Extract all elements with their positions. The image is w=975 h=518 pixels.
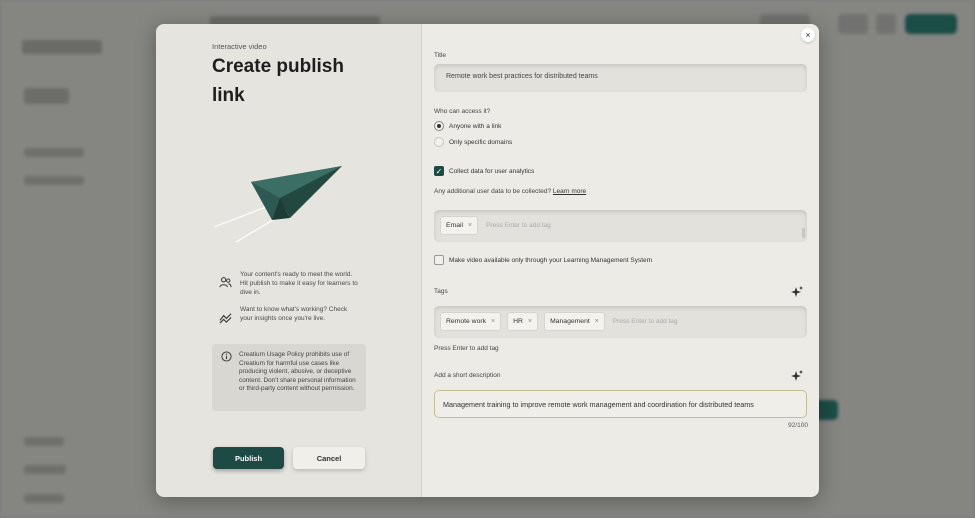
close-button[interactable]: × <box>801 28 815 42</box>
background-nav-item <box>24 494 64 503</box>
radio-specific-domains[interactable]: Only specific domains <box>434 137 512 147</box>
background-nav-item <box>24 465 66 474</box>
radio-indicator <box>434 121 444 131</box>
tag-label: Management <box>550 318 590 325</box>
info-text: Your content's ready to meet the world. … <box>240 271 358 296</box>
modal-heading: Create publish link <box>212 56 344 106</box>
background-button <box>876 14 896 34</box>
scrollbar[interactable] <box>802 228 805 238</box>
background-logo <box>22 40 102 54</box>
tag-chip: HR × <box>507 312 539 331</box>
tag-chip: Management × <box>544 312 605 331</box>
remove-tag-icon[interactable]: × <box>595 318 599 325</box>
modal-left-panel: Interactive video Create publish link Yo… <box>156 24 422 497</box>
remove-tag-icon[interactable]: × <box>468 222 472 229</box>
tags-input[interactable]: Remote work × HR × Management × Press En… <box>434 306 807 338</box>
radio-label: Only specific domains <box>449 138 513 146</box>
background-primary-button <box>905 14 957 34</box>
tag-input-placeholder[interactable]: Press Enter to add tag <box>613 318 678 325</box>
background-nav-item <box>24 148 84 157</box>
cancel-button[interactable]: Cancel <box>293 447 365 469</box>
tags-label: Tags <box>434 288 448 295</box>
character-counter: 92/100 <box>788 422 808 429</box>
additional-data-label: Any additional user data to be collected… <box>434 188 586 195</box>
remove-tag-icon[interactable]: × <box>491 318 495 325</box>
ai-sparkle-icon[interactable] <box>791 370 803 382</box>
remove-tag-icon[interactable]: × <box>528 318 532 325</box>
publish-button[interactable]: Publish <box>213 447 284 469</box>
usage-policy-notice: Creatium Usage Policy prohibits use of C… <box>212 344 366 411</box>
info-item: Your content's ready to meet the world. … <box>219 270 360 297</box>
tag-chip: Remote work × <box>440 312 502 331</box>
additional-data-text: Any additional user data to be collected… <box>434 188 552 195</box>
policy-text: Creatium Usage Policy prohibits use of C… <box>239 351 356 393</box>
description-input[interactable]: Management training to improve remote wo… <box>434 390 807 418</box>
modal-eyebrow: Interactive video <box>212 42 267 51</box>
collect-analytics-checkbox[interactable]: ✓ Collect data for user analytics <box>434 166 534 176</box>
title-input-value: Remote work best practices for distribut… <box>446 73 598 80</box>
radio-indicator <box>434 137 444 147</box>
tags-hint: Press Enter to add tag <box>434 345 499 352</box>
checkbox-label: Collect data for user analytics <box>449 167 535 175</box>
paper-plane-illustration <box>213 166 342 243</box>
background-button <box>838 14 868 34</box>
title-label: Title <box>434 52 447 59</box>
tag-input-placeholder[interactable]: Press Enter to add tag <box>486 222 551 229</box>
tag-label: Email <box>446 222 463 229</box>
background-nav-item <box>24 437 64 446</box>
publish-modal: Interactive video Create publish link Yo… <box>156 24 819 497</box>
checkbox-label: Make video available only through your L… <box>449 256 653 264</box>
ai-sparkle-icon[interactable] <box>791 286 803 298</box>
radio-anyone-with-link[interactable]: Anyone with a link <box>434 121 501 131</box>
access-label: Who can access it? <box>434 108 491 115</box>
user-data-tag-input[interactable]: Email × Press Enter to add tag <box>434 210 807 242</box>
tag-list: Email × Press Enter to add tag <box>440 216 551 235</box>
modal-form-panel: × Title Remote work best practices for d… <box>422 24 819 497</box>
lms-only-checkbox[interactable]: Make video available only through your L… <box>434 255 652 265</box>
users-icon <box>219 277 232 288</box>
tag-label: Remote work <box>446 318 487 325</box>
info-icon <box>221 351 232 362</box>
checkbox-indicator <box>434 255 444 265</box>
tag-list: Remote work × HR × Management × Press En… <box>440 312 678 331</box>
tag-chip: Email × <box>440 216 479 235</box>
background-nav-item <box>24 176 84 185</box>
info-item: Want to know what's working? Check your … <box>219 305 360 324</box>
tag-label: HR <box>513 318 523 325</box>
background-user <box>24 88 69 104</box>
checkmark-icon: ✓ <box>434 166 444 176</box>
trend-icon <box>219 313 232 324</box>
description-label: Add a short description <box>434 372 501 379</box>
title-input[interactable]: Remote work best practices for distribut… <box>434 64 807 92</box>
info-text: Want to know what's working? Check your … <box>240 306 348 322</box>
learn-more-link[interactable]: Learn more <box>553 188 586 195</box>
radio-label: Anyone with a link <box>449 122 502 130</box>
